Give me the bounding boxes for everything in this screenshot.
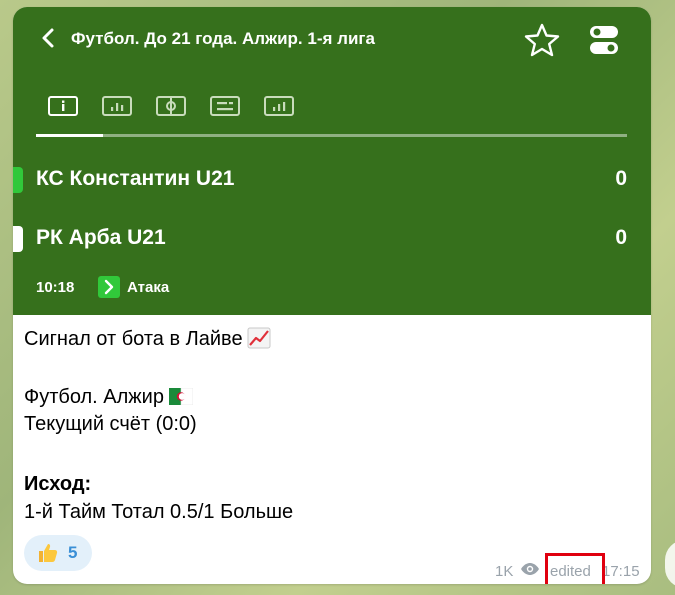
match-status: Атака — [127, 279, 170, 296]
message-time: 17:15 — [602, 563, 640, 580]
team-away-name: РК Арба U21 — [36, 226, 166, 249]
team-home-score: 0 — [615, 167, 627, 190]
team-away-marker — [13, 226, 23, 252]
message-bubble: Футбол. До 21 года. Алжир. 1-я лига КС К… — [13, 7, 651, 584]
tab-lineup-icon[interactable] — [209, 93, 241, 119]
tab-active-indicator — [36, 134, 103, 137]
message-outcome-value: 1-й Тайм Тотал 0.5/1 Больше — [24, 501, 294, 523]
attack-arrow-icon — [98, 276, 120, 298]
message-outcome-label: Исход: — [24, 473, 92, 495]
view-count: 1K — [495, 563, 514, 580]
toggle-settings-icon[interactable] — [588, 24, 620, 56]
match-tabs — [47, 93, 307, 123]
tab-field-icon[interactable] — [155, 93, 187, 119]
team-away-score: 0 — [615, 226, 627, 249]
match-widget[interactable]: Футбол. До 21 года. Алжир. 1-я лига КС К… — [13, 7, 651, 315]
tab-bar-stats-icon[interactable] — [263, 93, 295, 119]
message-sport-text: Футбол. Алжир — [24, 386, 164, 408]
tab-stats-chart-icon[interactable] — [101, 93, 133, 119]
star-icon[interactable] — [524, 23, 560, 57]
reaction-thumbs-up[interactable]: 5 — [24, 535, 92, 571]
team-row-home: КС Константин U21 0 — [13, 159, 651, 199]
scroll-edge-button[interactable] — [665, 540, 675, 588]
message-line-signal: Сигнал от бота в Лайве — [24, 327, 271, 351]
message-current-score: Текущий счёт (0:0) — [24, 413, 197, 435]
league-title: Футбол. До 21 года. Алжир. 1-я лига — [71, 29, 375, 48]
team-row-away: РК Арба U21 0 — [13, 218, 651, 258]
back-chevron-icon[interactable] — [39, 27, 57, 49]
team-home-name: КС Константин U21 — [36, 167, 235, 190]
eye-icon — [521, 563, 539, 575]
edited-highlight-box — [545, 553, 605, 584]
tab-divider — [36, 134, 627, 137]
chart-increasing-icon — [247, 327, 271, 349]
reaction-count: 5 — [68, 543, 78, 562]
message-line-sport: Футбол. Алжир — [24, 386, 193, 409]
tab-info-icon[interactable] — [47, 93, 79, 119]
message-signal-text: Сигнал от бота в Лайве — [24, 328, 243, 350]
team-home-marker — [13, 167, 23, 193]
thumbs-up-icon — [39, 544, 58, 562]
match-time: 10:18 — [36, 279, 75, 296]
algeria-flag-icon — [168, 388, 193, 405]
